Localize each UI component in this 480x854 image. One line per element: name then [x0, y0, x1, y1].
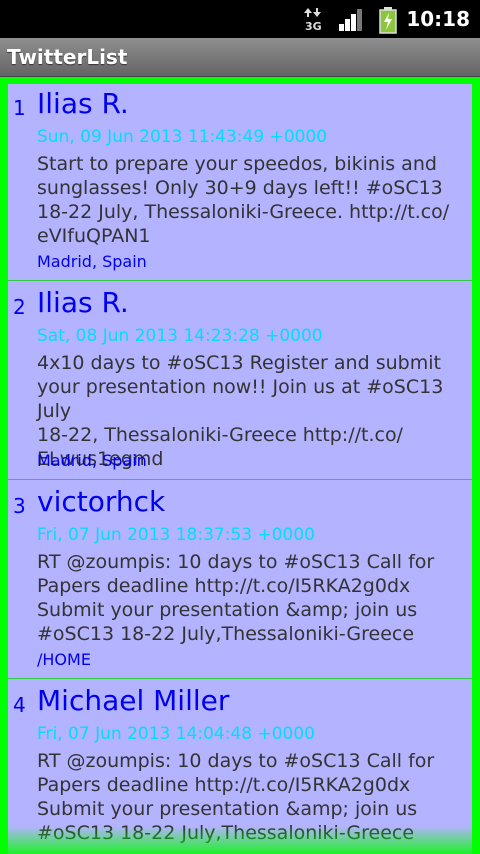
- tweet-text: Start to prepare your speedos, bikinis a…: [37, 153, 450, 247]
- data-transfer-icon: 3G: [304, 6, 322, 36]
- tweet-username: victorhck: [37, 485, 166, 518]
- tweet-date: Fri, 07 Jun 2013 14:04:48 +0000: [37, 724, 315, 744]
- tweet-item[interactable]: 4 Michael Miller Fri, 07 Jun 2013 14:04:…: [8, 681, 472, 854]
- network-type-label: 3G: [305, 20, 322, 32]
- tweet-username: Michael Miller: [37, 684, 230, 717]
- status-clock: 10:18: [406, 7, 470, 31]
- tweet-item[interactable]: 2 Ilias R. Sat, 08 Jun 2013 14:23:28 +00…: [8, 283, 472, 480]
- tweet-index: 2: [13, 295, 26, 319]
- app-title-bar: TwitterList: [0, 38, 480, 77]
- tweet-item[interactable]: 1 Ilias R. Sun, 09 Jun 2013 11:43:49 +00…: [8, 84, 472, 281]
- tweet-date: Sun, 09 Jun 2013 11:43:49 +0000: [37, 127, 328, 147]
- tweet-username: Ilias R.: [37, 286, 129, 319]
- tweet-index: 4: [13, 693, 26, 717]
- tweet-list-frame: 1 Ilias R. Sun, 09 Jun 2013 11:43:49 +00…: [0, 77, 480, 854]
- tweet-username: Ilias R.: [37, 87, 129, 120]
- tweet-location: Madrid, Spain: [37, 451, 147, 470]
- battery-charging-icon: [378, 6, 398, 38]
- signal-icon: [337, 6, 365, 36]
- status-bar: 3G 10:18: [0, 0, 480, 38]
- tweet-date: Fri, 07 Jun 2013 18:37:53 +0000: [37, 525, 315, 545]
- tweet-index: 1: [13, 96, 26, 120]
- tweet-location: Madrid, Spain: [37, 252, 147, 271]
- tweet-text: RT @zoumpis: 10 days to #oSC13 Call for …: [37, 551, 435, 645]
- app-title: TwitterList: [7, 45, 128, 69]
- tweet-location: /HOME: [37, 650, 91, 669]
- tweet-date: Sat, 08 Jun 2013 14:23:28 +0000: [37, 326, 323, 346]
- tweet-list[interactable]: 1 Ilias R. Sun, 09 Jun 2013 11:43:49 +00…: [8, 84, 472, 854]
- tweet-item[interactable]: 3 victorhck Fri, 07 Jun 2013 18:37:53 +0…: [8, 482, 472, 679]
- tweet-index: 3: [13, 494, 26, 518]
- tweet-text: RT @zoumpis: 10 days to #oSC13 Call for …: [37, 750, 435, 844]
